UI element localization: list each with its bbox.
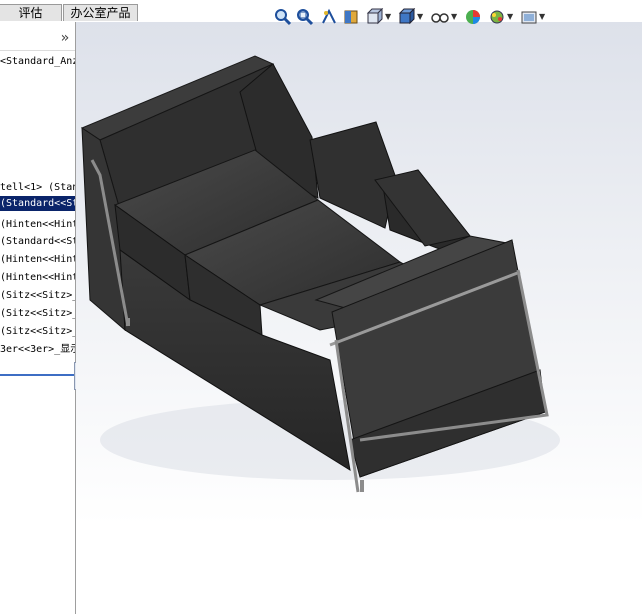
view-settings-icon[interactable]: ▼ [520,6,545,28]
expand-panel-icon[interactable]: » [61,31,69,45]
graphics-viewport[interactable] [76,22,642,614]
feature-manager-panel: » <Standard_Anz tell<1> (Stan (Standard<<S… [0,22,76,614]
edit-appearance-icon[interactable] [464,6,482,28]
view-orientation-icon[interactable]: ▼ [366,6,391,28]
sofa-model[interactable] [76,22,642,614]
panel-splitter[interactable] [0,374,75,376]
tree-item[interactable]: (Standard<<St [0,196,75,211]
hide-show-items-icon[interactable]: ▼ [430,6,457,28]
tree-item[interactable]: (Sitz<<Sitz>_ [0,306,75,321]
tree-item[interactable]: (Hinten<<Hint [0,217,75,232]
zoom-area-icon[interactable] [296,6,314,28]
tree-item[interactable]: (Hinten<<Hint [0,270,75,285]
tree-item[interactable]: (Sitz<<Sitz>_ [0,324,75,339]
tree-item[interactable]: <Standard_Anz [0,54,75,69]
tree-item[interactable]: (Standard<<St [0,234,75,249]
previous-view-icon[interactable] [320,6,338,28]
tree-item[interactable]: (Sitz<<Sitz>_ [0,288,75,303]
tree-item[interactable]: (Hinten<<Hint [0,252,75,267]
section-view-icon[interactable] [342,6,360,28]
apply-scene-icon[interactable]: ▼ [488,6,513,28]
tree-item[interactable]: tell<1> (Stan [0,180,75,195]
display-style-icon[interactable]: ▼ [398,6,423,28]
tree-item[interactable]: 3er<<3er>_显示 [0,342,75,357]
view-toolbar: ▼ ▼ ▼ ▼ ▼ [0,6,642,28]
zoom-to-fit-icon[interactable] [274,6,292,28]
